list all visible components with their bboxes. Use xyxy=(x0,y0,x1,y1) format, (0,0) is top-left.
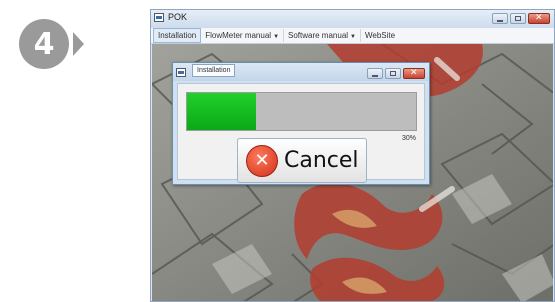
dialog-body: 30% ✕ Cancel xyxy=(177,83,425,183)
step-arrow-icon xyxy=(73,32,84,56)
menubar: Installation FlowMeter manual ▼ Software … xyxy=(151,28,554,44)
app-icon xyxy=(154,13,164,22)
dialog-maximize-button[interactable] xyxy=(385,68,401,79)
cancel-button-label: Cancel xyxy=(284,148,359,173)
step-number: 4 xyxy=(33,26,55,62)
dialog-title: Installation xyxy=(192,64,236,77)
dialog-close-button[interactable] xyxy=(403,67,425,79)
dialog-titlebar[interactable]: Installation xyxy=(173,63,429,81)
menu-installation[interactable]: Installation xyxy=(153,28,202,43)
progress-percent-label: 30% xyxy=(401,135,416,142)
menu-website-label: WebSite xyxy=(365,31,396,40)
installation-dialog: Installation 30% ✕ Cancel xyxy=(172,62,430,185)
dialog-app-icon xyxy=(176,68,186,77)
progress-bar-fill xyxy=(187,93,256,130)
menu-software-manual-label: Software manual xyxy=(288,31,349,40)
x-circle-icon: ✕ xyxy=(246,144,278,177)
main-title: POK xyxy=(168,12,188,22)
cancel-button[interactable]: ✕ Cancel xyxy=(237,138,367,183)
step-badge: 4 xyxy=(19,19,69,69)
dialog-window-controls xyxy=(367,67,425,79)
menu-software-manual[interactable]: Software manual ▼ xyxy=(284,29,361,42)
progress-bar xyxy=(186,92,417,131)
dropdown-caret-icon: ▼ xyxy=(273,34,280,40)
main-titlebar[interactable]: POK xyxy=(151,10,554,28)
menu-installation-label: Installation xyxy=(158,31,197,40)
maximize-button[interactable] xyxy=(510,13,526,24)
menu-flowmeter-manual[interactable]: FlowMeter manual ▼ xyxy=(201,29,285,42)
main-window-controls xyxy=(492,12,550,24)
dialog-minimize-button[interactable] xyxy=(367,68,383,79)
minimize-button[interactable] xyxy=(492,13,508,24)
menu-website[interactable]: WebSite xyxy=(361,29,399,42)
menu-flowmeter-manual-label: FlowMeter manual xyxy=(205,31,272,40)
dropdown-caret-icon: ▼ xyxy=(350,34,356,40)
close-button[interactable] xyxy=(528,12,550,24)
